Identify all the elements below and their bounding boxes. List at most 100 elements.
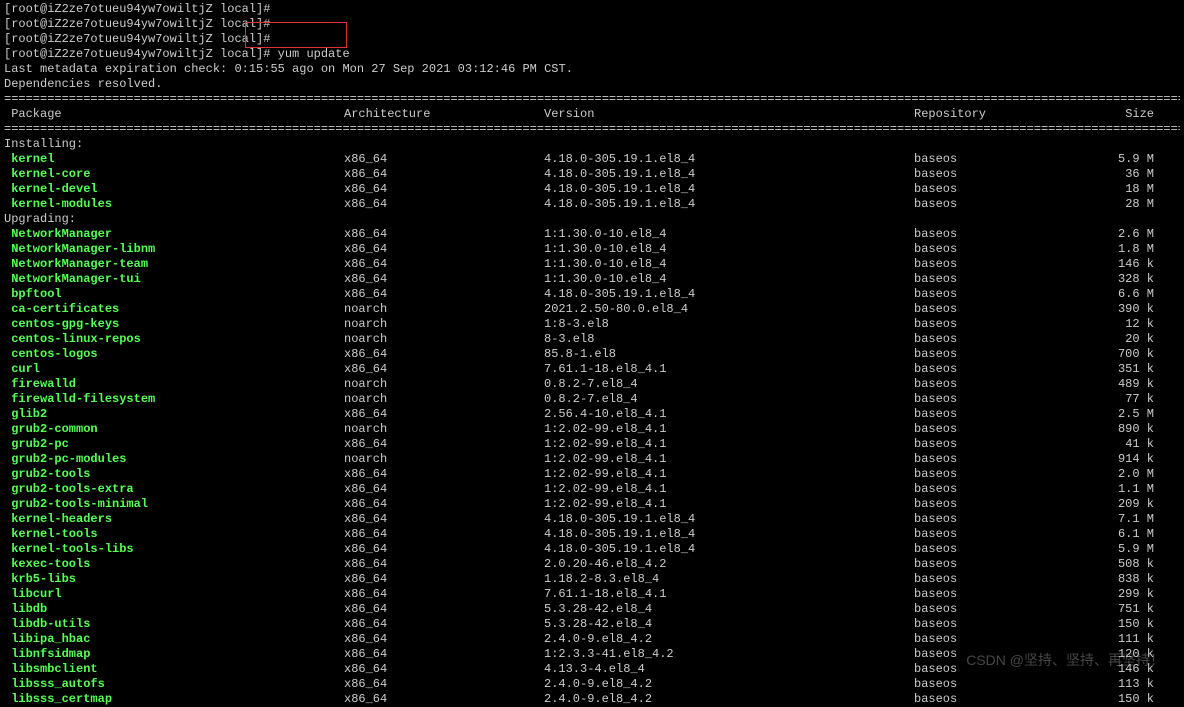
table-row: kernel-modulesx86_644.18.0-305.19.1.el8_… — [4, 197, 1180, 212]
cell-package: ca-certificates — [4, 302, 344, 317]
cell-package: libsmbclient — [4, 662, 344, 677]
cell-package: NetworkManager-team — [4, 257, 344, 272]
table-row: kexec-toolsx86_642.0.20-46.el8_4.2baseos… — [4, 557, 1180, 572]
cell-repo: baseos — [914, 512, 1094, 527]
cell-arch: noarch — [344, 422, 544, 437]
table-row: ca-certificatesnoarch2021.2.50-80.0.el8_… — [4, 302, 1180, 317]
cell-size: 390 k — [1094, 302, 1154, 317]
cell-package: libdb-utils — [4, 617, 344, 632]
cell-version: 4.18.0-305.19.1.el8_4 — [544, 512, 914, 527]
table-row: centos-gpg-keysnoarch1:8-3.el8baseos12 k — [4, 317, 1180, 332]
cell-repo: baseos — [914, 167, 1094, 182]
section-label: Installing: — [4, 137, 1180, 152]
cell-version: 5.3.28-42.el8_4 — [544, 602, 914, 617]
table-row: grub2-tools-minimalx86_641:2.02-99.el8_4… — [4, 497, 1180, 512]
cell-package: firewalld — [4, 377, 344, 392]
cell-version: 7.61.1-18.el8_4.1 — [544, 587, 914, 602]
cell-arch: x86_64 — [344, 647, 544, 662]
cell-version: 5.3.28-42.el8_4 — [544, 617, 914, 632]
table-row: glib2x86_642.56.4-10.el8_4.1baseos2.5 M — [4, 407, 1180, 422]
cell-package: kexec-tools — [4, 557, 344, 572]
cell-size: 41 k — [1094, 437, 1154, 452]
cell-version: 4.18.0-305.19.1.el8_4 — [544, 197, 914, 212]
table-row: kernel-develx86_644.18.0-305.19.1.el8_4b… — [4, 182, 1180, 197]
cell-package: grub2-tools-minimal — [4, 497, 344, 512]
table-row: firewalld-filesystemnoarch0.8.2-7.el8_4b… — [4, 392, 1180, 407]
cell-repo: baseos — [914, 422, 1094, 437]
cell-version: 8-3.el8 — [544, 332, 914, 347]
cell-package: centos-logos — [4, 347, 344, 362]
cell-version: 4.18.0-305.19.1.el8_4 — [544, 542, 914, 557]
cell-version: 1:2.02-99.el8_4.1 — [544, 422, 914, 437]
cell-package: libnfsidmap — [4, 647, 344, 662]
terminal-line: Dependencies resolved. — [4, 77, 1180, 92]
cell-version: 1:1.30.0-10.el8_4 — [544, 242, 914, 257]
cell-size: 838 k — [1094, 572, 1154, 587]
cell-version: 1:2.02-99.el8_4.1 — [544, 497, 914, 512]
table-row: NetworkManager-teamx86_641:1.30.0-10.el8… — [4, 257, 1180, 272]
cell-package: libdb — [4, 602, 344, 617]
cell-version: 1.18.2-8.3.el8_4 — [544, 572, 914, 587]
terminal-line: ========================================… — [4, 92, 1180, 107]
cell-package: bpftool — [4, 287, 344, 302]
cell-repo: baseos — [914, 452, 1094, 467]
cell-version: 2.4.0-9.el8_4.2 — [544, 692, 914, 707]
cell-package: centos-linux-repos — [4, 332, 344, 347]
cell-repo: baseos — [914, 362, 1094, 377]
cell-size: 489 k — [1094, 377, 1154, 392]
cell-version: 1:2.02-99.el8_4.1 — [544, 482, 914, 497]
cell-version: 0.8.2-7.el8_4 — [544, 392, 914, 407]
cell-arch: x86_64 — [344, 602, 544, 617]
cell-size: 209 k — [1094, 497, 1154, 512]
cell-version: 1:1.30.0-10.el8_4 — [544, 257, 914, 272]
cell-arch: x86_64 — [344, 542, 544, 557]
cell-arch: x86_64 — [344, 617, 544, 632]
cell-arch: x86_64 — [344, 182, 544, 197]
table-row: centos-logosx86_6485.8-1.el8baseos700 k — [4, 347, 1180, 362]
cell-repo: baseos — [914, 497, 1094, 512]
cell-size: 914 k — [1094, 452, 1154, 467]
cell-size: 351 k — [1094, 362, 1154, 377]
cell-version: 1:2.3.3-41.el8_4.2 — [544, 647, 914, 662]
cell-size: 12 k — [1094, 317, 1154, 332]
cell-package: NetworkManager — [4, 227, 344, 242]
cell-version: 1:1.30.0-10.el8_4 — [544, 227, 914, 242]
cell-repo: baseos — [914, 662, 1094, 677]
cell-arch: x86_64 — [344, 197, 544, 212]
cell-arch: x86_64 — [344, 152, 544, 167]
cell-repo: baseos — [914, 347, 1094, 362]
cell-repo: baseos — [914, 152, 1094, 167]
cell-size: 1.8 M — [1094, 242, 1154, 257]
cell-package: grub2-tools-extra — [4, 482, 344, 497]
cell-arch: x86_64 — [344, 362, 544, 377]
cell-package: libipa_hbac — [4, 632, 344, 647]
col-version: Version — [544, 107, 914, 122]
col-package: Package — [4, 107, 344, 122]
table-row: libcurlx86_647.61.1-18.el8_4.1baseos299 … — [4, 587, 1180, 602]
cell-size: 146 k — [1094, 662, 1154, 677]
table-row: kernel-corex86_644.18.0-305.19.1.el8_4ba… — [4, 167, 1180, 182]
cell-package: kernel-modules — [4, 197, 344, 212]
cell-arch: x86_64 — [344, 497, 544, 512]
col-arch: Architecture — [344, 107, 544, 122]
cell-size: 150 k — [1094, 617, 1154, 632]
cell-size: 5.9 M — [1094, 542, 1154, 557]
cell-repo: baseos — [914, 527, 1094, 542]
table-row: libsss_autofsx86_642.4.0-9.el8_4.2baseos… — [4, 677, 1180, 692]
cell-size: 299 k — [1094, 587, 1154, 602]
cell-package: centos-gpg-keys — [4, 317, 344, 332]
cell-arch: x86_64 — [344, 347, 544, 362]
cell-arch: noarch — [344, 377, 544, 392]
cell-size: 2.5 M — [1094, 407, 1154, 422]
cell-repo: baseos — [914, 542, 1094, 557]
table-row: libsss_certmapx86_642.4.0-9.el8_4.2baseo… — [4, 692, 1180, 707]
table-row: libnfsidmapx86_641:2.3.3-41.el8_4.2baseo… — [4, 647, 1180, 662]
cell-repo: baseos — [914, 587, 1094, 602]
cell-repo: baseos — [914, 647, 1094, 662]
cell-arch: x86_64 — [344, 467, 544, 482]
cell-size: 508 k — [1094, 557, 1154, 572]
cell-version: 4.18.0-305.19.1.el8_4 — [544, 167, 914, 182]
cell-repo: baseos — [914, 272, 1094, 287]
cell-arch: x86_64 — [344, 587, 544, 602]
cell-repo: baseos — [914, 632, 1094, 647]
